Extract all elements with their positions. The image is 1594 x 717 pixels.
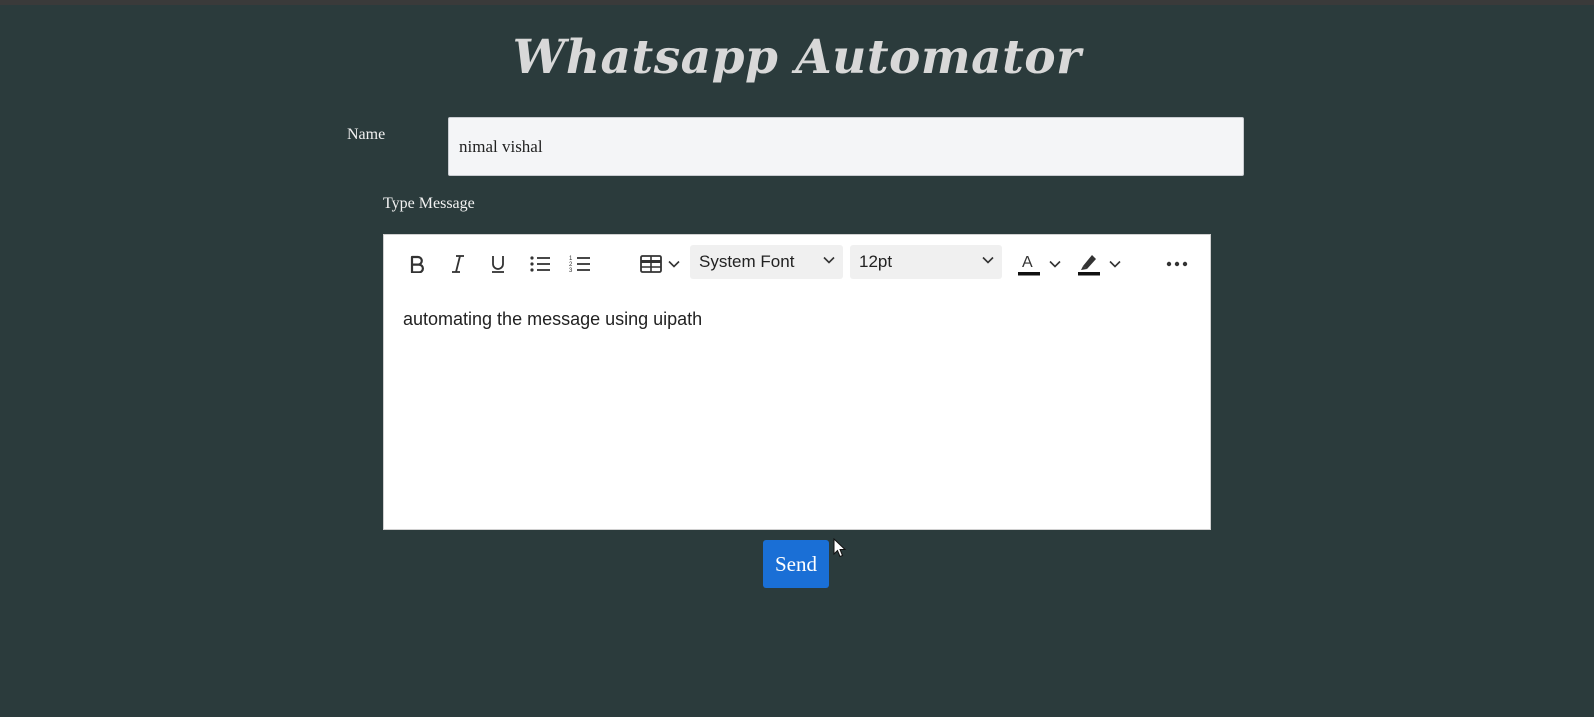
chevron-down-icon [823, 256, 835, 264]
editor-toolbar: 1 2 3 System Font 12pt A [384, 243, 1210, 285]
underline-icon [492, 256, 504, 273]
more-button[interactable] [1160, 247, 1194, 281]
chevron-down-icon [668, 260, 680, 268]
numbered-list-icon: 1 2 3 [569, 256, 590, 274]
bullet-list-button[interactable] [525, 247, 555, 281]
bold-button[interactable] [404, 247, 430, 281]
chevron-down-icon [1049, 260, 1061, 268]
table-icon [640, 255, 662, 273]
highlight-color-button[interactable] [1072, 247, 1126, 281]
text-color-icon: A [1018, 254, 1040, 276]
name-label: Name [347, 126, 386, 143]
font-size-select[interactable]: 12pt [850, 245, 1002, 279]
rich-text-editor: 1 2 3 System Font 12pt A automating the … [383, 234, 1211, 530]
bullet-list-icon [530, 256, 550, 272]
window-top-strip [0, 0, 1594, 5]
send-button[interactable]: Send [763, 540, 829, 588]
mouse-cursor-icon [833, 538, 847, 558]
chevron-down-icon [982, 256, 994, 264]
font-family-select[interactable]: System Font [690, 245, 843, 279]
text-color-button[interactable]: A [1012, 247, 1066, 281]
numbered-list-button[interactable]: 1 2 3 [565, 247, 595, 281]
svg-text:A: A [1022, 254, 1033, 271]
editor-content[interactable]: automating the message using uipath [403, 309, 702, 330]
underline-button[interactable] [485, 247, 511, 281]
bold-icon [410, 255, 424, 273]
table-button[interactable] [638, 247, 682, 281]
svg-text:3: 3 [569, 268, 573, 274]
highlight-icon [1078, 255, 1100, 276]
font-size-value: 12pt [859, 252, 893, 271]
chevron-down-icon [1109, 260, 1121, 268]
message-label: Type Message [383, 195, 475, 212]
name-input[interactable] [448, 117, 1244, 176]
page-title: Whatsapp Automator [512, 30, 1082, 85]
font-family-value: System Font [699, 252, 795, 271]
italic-icon [452, 255, 464, 273]
italic-button[interactable] [445, 247, 471, 281]
more-icon [1166, 261, 1188, 267]
